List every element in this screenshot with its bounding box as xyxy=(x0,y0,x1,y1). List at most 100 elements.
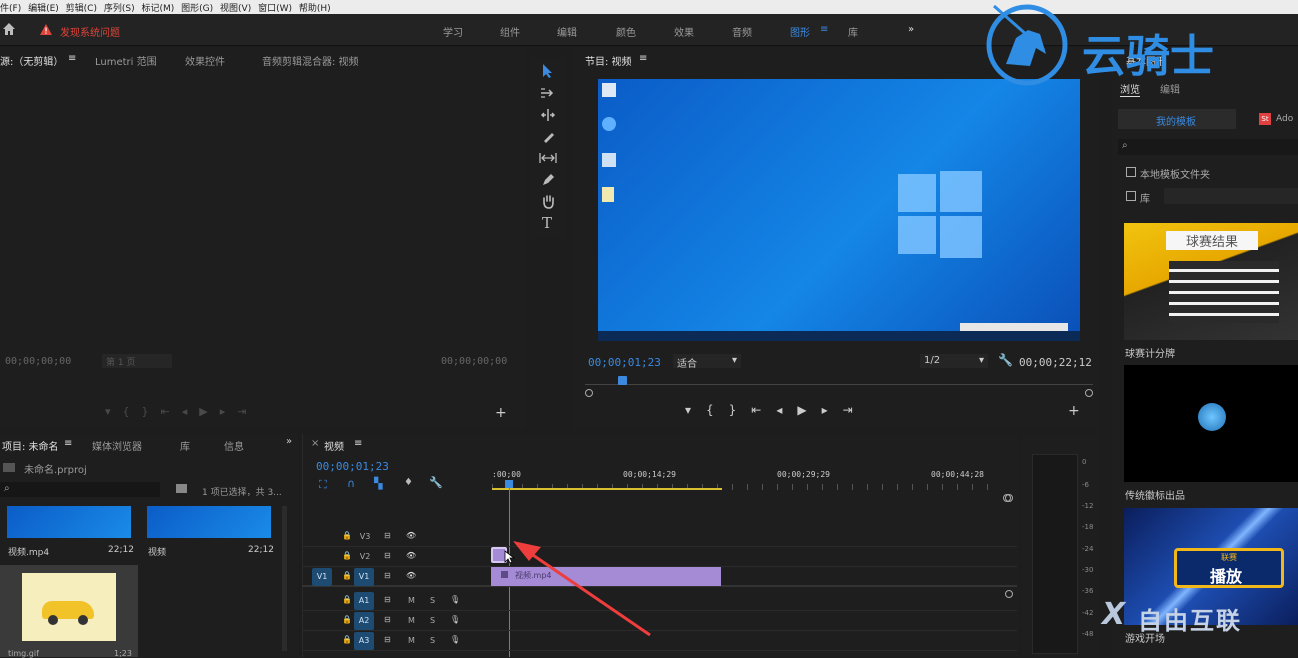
template-thumbnail-scoreboard[interactable]: 球赛结果 xyxy=(1124,223,1298,340)
menu-clip[interactable]: 剪辑(C) xyxy=(66,0,97,14)
zoom-handle-left[interactable] xyxy=(585,389,593,397)
libraries-select[interactable] xyxy=(1164,188,1298,204)
workspace-libraries[interactable]: 库 xyxy=(848,24,858,39)
timeline-close-icon[interactable]: × xyxy=(311,438,319,449)
lock-icon[interactable]: 🔒 xyxy=(342,571,352,580)
tab-libraries[interactable]: 库 xyxy=(180,438,190,453)
workspace-more-button[interactable]: » xyxy=(908,24,914,35)
lock-icon[interactable]: 🔒 xyxy=(342,531,352,540)
project-search-input[interactable] xyxy=(0,482,160,497)
pen-tool-icon[interactable] xyxy=(541,173,555,187)
sync-lock-icon[interactable]: ⊟ xyxy=(384,595,391,604)
add-marker-icon[interactable]: ♦ xyxy=(404,477,413,488)
track-label-v1[interactable]: V1 xyxy=(354,568,374,586)
mute-button[interactable]: M xyxy=(408,636,415,645)
timeline-timecode[interactable]: 00;00;01;23 xyxy=(316,460,389,473)
workspace-color[interactable]: 颜色 xyxy=(616,24,636,39)
home-icon[interactable] xyxy=(2,22,16,36)
track-select-tool-icon[interactable] xyxy=(540,86,556,100)
lock-icon[interactable]: 🔒 xyxy=(342,551,352,560)
tab-project[interactable]: 项目: 未命名 xyxy=(2,438,59,453)
nest-icon[interactable]: ⛶ xyxy=(319,478,327,492)
program-transport-controls[interactable]: ▾{}⇤◂▶▸⇥ xyxy=(685,403,868,417)
linked-selection-icon[interactable]: ▚ xyxy=(374,477,382,490)
workspace-editing[interactable]: 编辑 xyxy=(557,24,577,39)
menu-view[interactable]: 视图(V) xyxy=(220,0,251,14)
microphone-icon[interactable]: 🎙 xyxy=(450,615,460,624)
source-add-button[interactable]: + xyxy=(495,405,507,421)
system-issue-alert[interactable]: 发现系统问题 xyxy=(60,24,120,39)
mute-button[interactable]: M xyxy=(408,596,415,605)
sync-lock-icon[interactable]: ⊟ xyxy=(384,551,391,560)
local-templates-checkbox[interactable] xyxy=(1126,167,1136,177)
solo-button[interactable]: S xyxy=(430,616,435,625)
mute-button[interactable]: M xyxy=(408,616,415,625)
workspace-effects[interactable]: 效果 xyxy=(674,24,694,39)
project-scrollbar[interactable] xyxy=(282,506,287,651)
program-playhead[interactable] xyxy=(618,376,627,385)
menu-graphics[interactable]: 图形(G) xyxy=(181,0,213,14)
workspace-menu-icon[interactable]: ≡ xyxy=(820,24,828,35)
microphone-icon[interactable]: 🎙 xyxy=(450,635,460,644)
new-bin-icon[interactable] xyxy=(176,484,187,493)
menu-window[interactable]: 窗口(W) xyxy=(258,0,292,14)
program-timecode[interactable]: 00;00;01;23 xyxy=(588,356,661,369)
menu-help[interactable]: 帮助(H) xyxy=(299,0,331,14)
track-scroll-handle[interactable] xyxy=(1005,590,1013,598)
workspace-graphics[interactable]: 图形 xyxy=(790,24,810,39)
project-item-thumbnail[interactable] xyxy=(7,506,131,538)
solo-button[interactable]: S xyxy=(430,636,435,645)
microphone-icon[interactable]: 🎙 xyxy=(450,595,460,604)
project-menu-icon[interactable]: ≡ xyxy=(64,438,72,449)
template-thumbnail-logo[interactable] xyxy=(1124,365,1298,482)
workspace-audio[interactable]: 音频 xyxy=(732,24,752,39)
source-menu-icon[interactable]: ≡ xyxy=(68,53,76,64)
workspace-learn[interactable]: 学习 xyxy=(443,24,463,39)
sync-lock-icon[interactable]: ⊟ xyxy=(384,531,391,540)
project-item-thumbnail[interactable] xyxy=(22,573,116,641)
menu-file[interactable]: 件(F) xyxy=(0,0,21,14)
tab-effect-controls[interactable]: 效果控件 xyxy=(185,53,225,68)
sync-lock-icon[interactable]: ⊟ xyxy=(384,571,391,580)
program-scrub-bar[interactable] xyxy=(585,377,1093,385)
source-timecode[interactable]: 00;00;00;00 xyxy=(5,356,71,367)
work-area-bar[interactable] xyxy=(492,488,722,490)
menu-sequence[interactable]: 序列(S) xyxy=(104,0,135,14)
tab-info[interactable]: 信息 xyxy=(224,438,244,453)
tab-lumetri-scopes[interactable]: Lumetri 范围 xyxy=(95,53,157,68)
program-title[interactable]: 节目: 视频 xyxy=(585,53,632,68)
track-label-a3[interactable]: A3 xyxy=(354,632,374,650)
razor-tool-icon[interactable] xyxy=(541,130,555,144)
lock-icon[interactable]: 🔒 xyxy=(342,595,352,604)
track-label-v3[interactable]: V3 xyxy=(358,532,372,541)
panel-overflow-icon[interactable]: » xyxy=(286,436,292,447)
source-page-select[interactable]: 第 1 页 xyxy=(102,354,172,368)
eye-icon[interactable]: 👁 xyxy=(406,551,416,560)
track-label-a2[interactable]: A2 xyxy=(354,612,374,630)
solo-button[interactable]: S xyxy=(430,596,435,605)
type-tool-icon[interactable]: T xyxy=(542,214,552,232)
program-menu-icon[interactable]: ≡ xyxy=(639,53,647,64)
lock-icon[interactable]: 🔒 xyxy=(342,635,352,644)
project-item-thumbnail[interactable] xyxy=(147,506,271,538)
tab-my-templates[interactable]: 我的模板 xyxy=(1118,109,1236,129)
selection-tool-icon[interactable] xyxy=(541,63,555,79)
slip-tool-icon[interactable] xyxy=(539,152,557,164)
menu-edit[interactable]: 编辑(E) xyxy=(28,0,59,14)
track-label-v2[interactable]: V2 xyxy=(358,552,372,561)
source-patch-v1[interactable]: V1 xyxy=(312,568,332,586)
workspace-assembly[interactable]: 组件 xyxy=(500,24,520,39)
wrench-icon[interactable]: 🔧 xyxy=(998,353,1013,367)
tab-source[interactable]: 源:（无剪辑） xyxy=(0,53,63,68)
sync-lock-icon[interactable]: ⊟ xyxy=(384,615,391,624)
snap-magnet-icon[interactable]: ∩ xyxy=(347,477,355,490)
program-add-button[interactable]: + xyxy=(1068,403,1080,419)
libraries-checkbox[interactable] xyxy=(1126,191,1136,201)
program-resolution-select[interactable]: 1/2 ▾ xyxy=(920,354,988,368)
hand-tool-icon[interactable] xyxy=(541,194,555,209)
tab-adobe-stock[interactable]: Ado xyxy=(1276,114,1293,124)
track-label-a1[interactable]: A1 xyxy=(354,592,374,610)
tab-audio-clip-mixer[interactable]: 音频剪辑混合器: 视频 xyxy=(262,53,359,68)
menu-markers[interactable]: 标记(M) xyxy=(141,0,174,14)
ripple-edit-tool-icon[interactable] xyxy=(540,108,556,122)
